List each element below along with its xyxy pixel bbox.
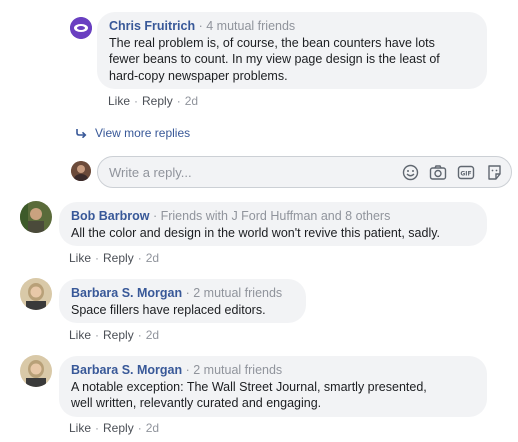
comment-text: well written, relevantly curated and eng… <box>71 396 322 410</box>
comment-actions: Like · Reply · 2d <box>108 94 199 108</box>
mutual-friends[interactable]: 2 mutual friends <box>193 286 282 300</box>
like-button[interactable]: Like <box>108 94 130 108</box>
like-button[interactable]: Like <box>69 328 91 342</box>
avatar[interactable] <box>20 278 52 310</box>
sticker-icon[interactable] <box>486 164 503 184</box>
comment-author[interactable]: Barbara S. Morgan <box>71 363 182 377</box>
comment-text: The real problem is, of course, the bean… <box>109 35 435 50</box>
comment-text: All the color and design in the world wo… <box>71 225 441 240</box>
reply-button[interactable]: Reply <box>103 328 134 342</box>
reply-button[interactable]: Reply <box>142 94 173 108</box>
comment-author[interactable]: Bob Barbrow <box>71 209 149 223</box>
reply-input[interactable]: Write a reply... <box>109 165 192 180</box>
mutual-friends[interactable]: Friends with J Ford Huffman and 8 others <box>161 209 391 223</box>
svg-text:GIF: GIF <box>460 171 471 178</box>
like-button[interactable]: Like <box>69 421 91 435</box>
avatar[interactable] <box>20 201 52 233</box>
reply-input-box[interactable]: Write a reply... GIF <box>97 156 512 188</box>
comment-text: hard-copy newspaper problems. <box>109 68 288 83</box>
comment-timestamp[interactable]: 2d <box>146 251 159 265</box>
comment-text: A notable exception: The Wall Street Jou… <box>71 379 427 394</box>
emoji-icon[interactable] <box>402 164 419 184</box>
comment-timestamp[interactable]: 2d <box>185 94 198 108</box>
reply-button[interactable]: Reply <box>103 421 134 435</box>
comment-bubble: Barbara S. Morgan · 2 mutual friends A n… <box>59 356 487 417</box>
view-more-replies-label[interactable]: View more replies <box>95 126 190 140</box>
reply-button[interactable]: Reply <box>103 251 134 265</box>
like-button[interactable]: Like <box>69 251 91 265</box>
comment-author[interactable]: Chris Fruitrich <box>109 19 195 33</box>
camera-icon[interactable] <box>429 164 447 184</box>
comment-bubble: Barbara S. Morgan · 2 mutual friends Spa… <box>59 279 306 323</box>
avatar[interactable] <box>70 17 92 39</box>
comment-text: Space fillers have replaced editors. <box>71 302 266 317</box>
comment-author[interactable]: Barbara S. Morgan <box>71 286 182 300</box>
comment-text: fewer beans to count. In my view page de… <box>109 52 440 66</box>
comment-bubble: Bob Barbrow · Friends with J Ford Huffma… <box>59 202 487 246</box>
avatar[interactable] <box>20 355 52 387</box>
mutual-friends[interactable]: 4 mutual friends <box>206 19 295 33</box>
comment-actions: Like · Reply · 2d <box>69 328 160 342</box>
current-user-avatar <box>71 161 91 181</box>
comment-timestamp[interactable]: 2d <box>146 421 159 435</box>
mutual-friends[interactable]: 2 mutual friends <box>193 363 282 377</box>
reply-arrow-icon <box>75 126 87 140</box>
comment-actions: Like · Reply · 2d <box>69 421 160 435</box>
comment-bubble: Chris Fruitrich · 4 mutual friends The r… <box>97 12 487 89</box>
view-more-replies[interactable]: View more replies <box>75 126 190 140</box>
comment-actions: Like · Reply · 2d <box>69 251 160 265</box>
comment-timestamp[interactable]: 2d <box>146 328 159 342</box>
gif-icon[interactable]: GIF <box>457 164 475 184</box>
